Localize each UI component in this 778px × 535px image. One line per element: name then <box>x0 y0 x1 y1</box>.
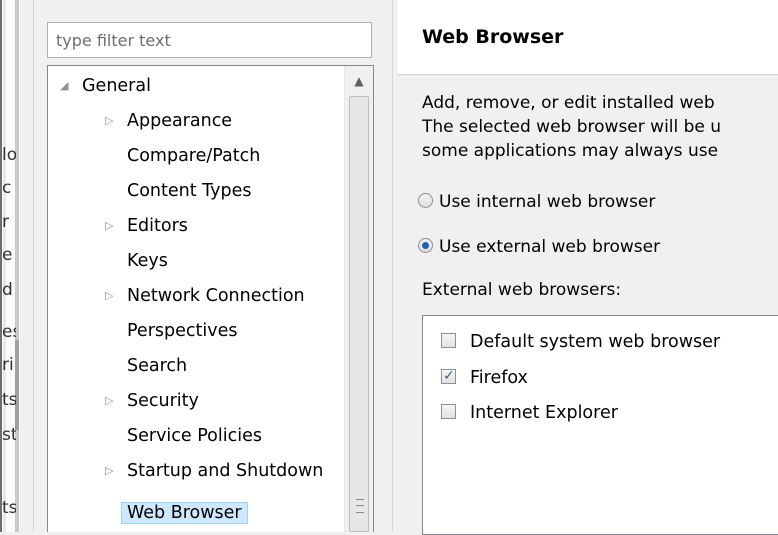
background-text-fragment: ri <box>2 355 14 375</box>
description-line: some applications may always use <box>422 141 719 161</box>
tree-item-search[interactable]: Search <box>127 351 187 381</box>
internal-browser-radio[interactable]: Use internal web browser <box>418 189 655 215</box>
background-text-fragment: c <box>2 178 12 198</box>
background-window-edge: lo c r e d es ri ts st ts <box>0 0 20 532</box>
browser-label: Internet Explorer <box>470 403 618 423</box>
background-text-fragment: e <box>2 245 13 265</box>
background-text-fragment: d <box>2 280 13 300</box>
window-border <box>0 0 2 532</box>
background-scrollbar <box>15 0 19 532</box>
external-browsers-list: Default system web browser Firefox Inter… <box>422 315 778 535</box>
tree-item-editors[interactable]: ▷ Editors <box>105 211 188 241</box>
tree-item-web-browser[interactable]: Web Browser <box>121 498 248 528</box>
tree-item-label: Content Types <box>127 181 252 201</box>
browser-item-default-system[interactable]: Default system web browser <box>441 327 720 357</box>
tree-scrollbar[interactable]: ▲ <box>344 66 373 532</box>
tree-item-label: Network Connection <box>127 286 305 306</box>
radio-label: Use internal web browser <box>439 192 656 212</box>
preference-tree: ◢ General ▷ Appearance Compare/Patch Con… <box>47 65 374 532</box>
page-header: Web Browser <box>398 0 778 75</box>
browser-label: Default system web browser <box>470 332 721 352</box>
radio-label: Use external web browser <box>439 237 661 257</box>
expanded-arrow-icon[interactable]: ◢ <box>60 71 68 101</box>
background-text-fragment: ts <box>2 498 16 518</box>
description-line: Add, remove, or edit installed web <box>422 93 715 113</box>
tree-item-appearance[interactable]: ▷ Appearance <box>105 106 232 136</box>
scroll-up-arrow-icon[interactable]: ▲ <box>345 66 373 96</box>
background-text-fragment: ts <box>2 390 16 410</box>
tree-item-label: Keys <box>127 251 168 271</box>
tree-item-label: Startup and Shutdown <box>127 461 324 481</box>
external-browser-radio[interactable]: Use external web browser <box>418 234 660 260</box>
browser-label: Firefox <box>470 368 528 388</box>
checkbox-icon[interactable] <box>441 403 456 419</box>
scrollbar-thumb[interactable] <box>349 96 369 532</box>
tree-item-label: Editors <box>127 216 188 236</box>
tree-item-security[interactable]: ▷ Security <box>105 386 199 416</box>
radio-button-icon[interactable] <box>418 192 433 208</box>
tree-item-label: Security <box>127 391 199 411</box>
tree-item-content-types[interactable]: Content Types <box>127 176 251 206</box>
description-line: The selected web browser will be u <box>422 117 722 137</box>
dialog-left-edge <box>20 0 34 532</box>
tree-item-label: Compare/Patch <box>127 146 261 166</box>
tree-item-compare-patch[interactable]: Compare/Patch <box>127 141 260 171</box>
filter-input[interactable] <box>47 22 372 58</box>
tree-item-perspectives[interactable]: Perspectives <box>127 316 237 346</box>
external-browsers-label: External web browsers: <box>422 280 622 300</box>
background-text-fragment: es <box>2 322 16 342</box>
tree-item-label: Service Policies <box>127 426 262 446</box>
tree-item-label: Search <box>127 356 188 376</box>
page-title: Web Browser <box>422 26 564 48</box>
tree-item-general[interactable]: ◢ General <box>60 71 151 101</box>
tree-item-startup-and-shutdown[interactable]: ▷ Startup and Shutdown <box>105 456 323 486</box>
browser-item-firefox[interactable]: Firefox <box>441 361 528 393</box>
page-description: Add, remove, or edit installed web The s… <box>422 91 778 163</box>
collapsed-arrow-icon[interactable]: ▷ <box>105 211 113 241</box>
collapsed-arrow-icon[interactable]: ▷ <box>105 386 113 416</box>
page-content: Add, remove, or edit installed web The s… <box>398 75 778 535</box>
tree-item-service-policies[interactable]: Service Policies <box>127 421 262 451</box>
background-scrollbar-thumb <box>15 340 19 430</box>
tree-item-label: Perspectives <box>127 321 238 341</box>
checkbox-icon[interactable] <box>441 332 456 348</box>
tree-item-label: Web Browser <box>121 502 248 524</box>
tree-item-keys[interactable]: Keys <box>127 246 168 276</box>
collapsed-arrow-icon[interactable]: ▷ <box>105 281 113 311</box>
background-text-fragment: lo <box>2 145 16 165</box>
tree-item-network-connections[interactable]: ▷ Network Connection <box>105 281 305 311</box>
grip-icon <box>356 499 364 513</box>
radio-button-selected-icon[interactable] <box>418 237 433 253</box>
checkbox-checked-icon[interactable] <box>441 361 456 391</box>
background-text-fragment: st <box>2 425 16 445</box>
background-text-fragment: r <box>2 212 9 232</box>
collapsed-arrow-icon[interactable]: ▷ <box>105 456 113 486</box>
tree-item-label: Appearance <box>127 111 233 131</box>
window-border-inner <box>3 0 6 532</box>
tree-item-label: General <box>82 76 151 96</box>
browser-item-internet-explorer[interactable]: Internet Explorer <box>441 398 618 428</box>
collapsed-arrow-icon[interactable]: ▷ <box>105 106 113 136</box>
